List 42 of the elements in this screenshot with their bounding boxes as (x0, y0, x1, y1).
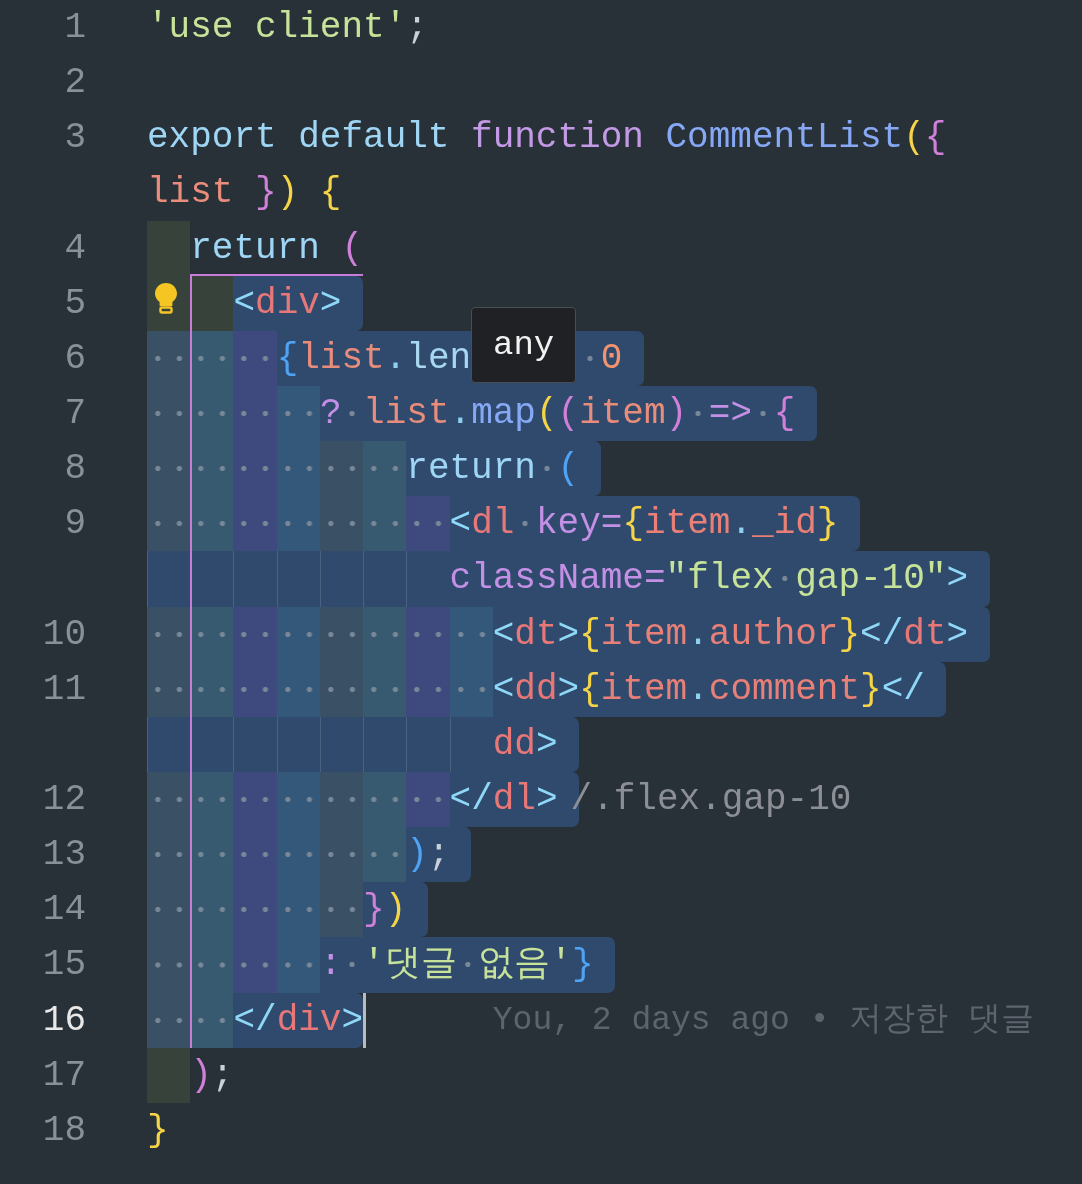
lightbulb-icon[interactable] (154, 281, 178, 314)
code-line: ); (406, 833, 450, 878)
code-line: ); (190, 1053, 234, 1098)
line-number: 15 (41, 943, 86, 988)
code-line: <dt>{item.author}</dt> (492, 612, 969, 657)
code-line: list }) { (147, 171, 342, 216)
line-number: 12 (41, 777, 86, 822)
line-number: 6 (63, 336, 86, 381)
inlay-hint: /.flex.gap-10 (570, 777, 852, 822)
line-number: 16 (41, 998, 86, 1043)
code-line: {list.len (276, 336, 472, 381)
line-number: 9 (63, 502, 86, 547)
line-number: 17 (41, 1053, 86, 1098)
line-number: 5 (63, 281, 86, 326)
line-number: 11 (41, 667, 86, 712)
line-number: 13 (41, 833, 86, 878)
code-line: 0 (579, 330, 623, 386)
line-number: 3 (63, 116, 86, 161)
code-line: return ( (190, 220, 364, 276)
code-line: : '댓글 없음'} (319, 943, 594, 988)
code-line: className="flex gap-10"> (449, 557, 969, 602)
code-line: dd> (492, 722, 558, 767)
code-line: }) (363, 888, 407, 933)
line-number: 8 (63, 447, 86, 492)
code-line: ? list.map((item) => { (319, 391, 796, 436)
code-line: <div> (233, 281, 342, 326)
code-line: 'use client'; (147, 6, 428, 50)
line-number: 2 (63, 61, 86, 106)
line-number: 7 (63, 392, 86, 436)
type-tooltip: any (471, 306, 577, 383)
code-line: export default function CommentList({ (147, 116, 947, 161)
code-line: </div> (233, 998, 364, 1043)
line-number: 1 (63, 6, 86, 50)
line-number: 10 (41, 612, 86, 657)
line-number: 4 (63, 226, 86, 271)
code-line: } (147, 1108, 169, 1153)
code-line: </dl> (449, 777, 558, 822)
line-number: 14 (41, 888, 86, 933)
line-number: 18 (41, 1108, 86, 1153)
code-line: <dl key={item._id} (449, 502, 839, 547)
code-line: <dd>{item.comment}</ (492, 667, 925, 712)
code-line: return ( (406, 447, 580, 492)
